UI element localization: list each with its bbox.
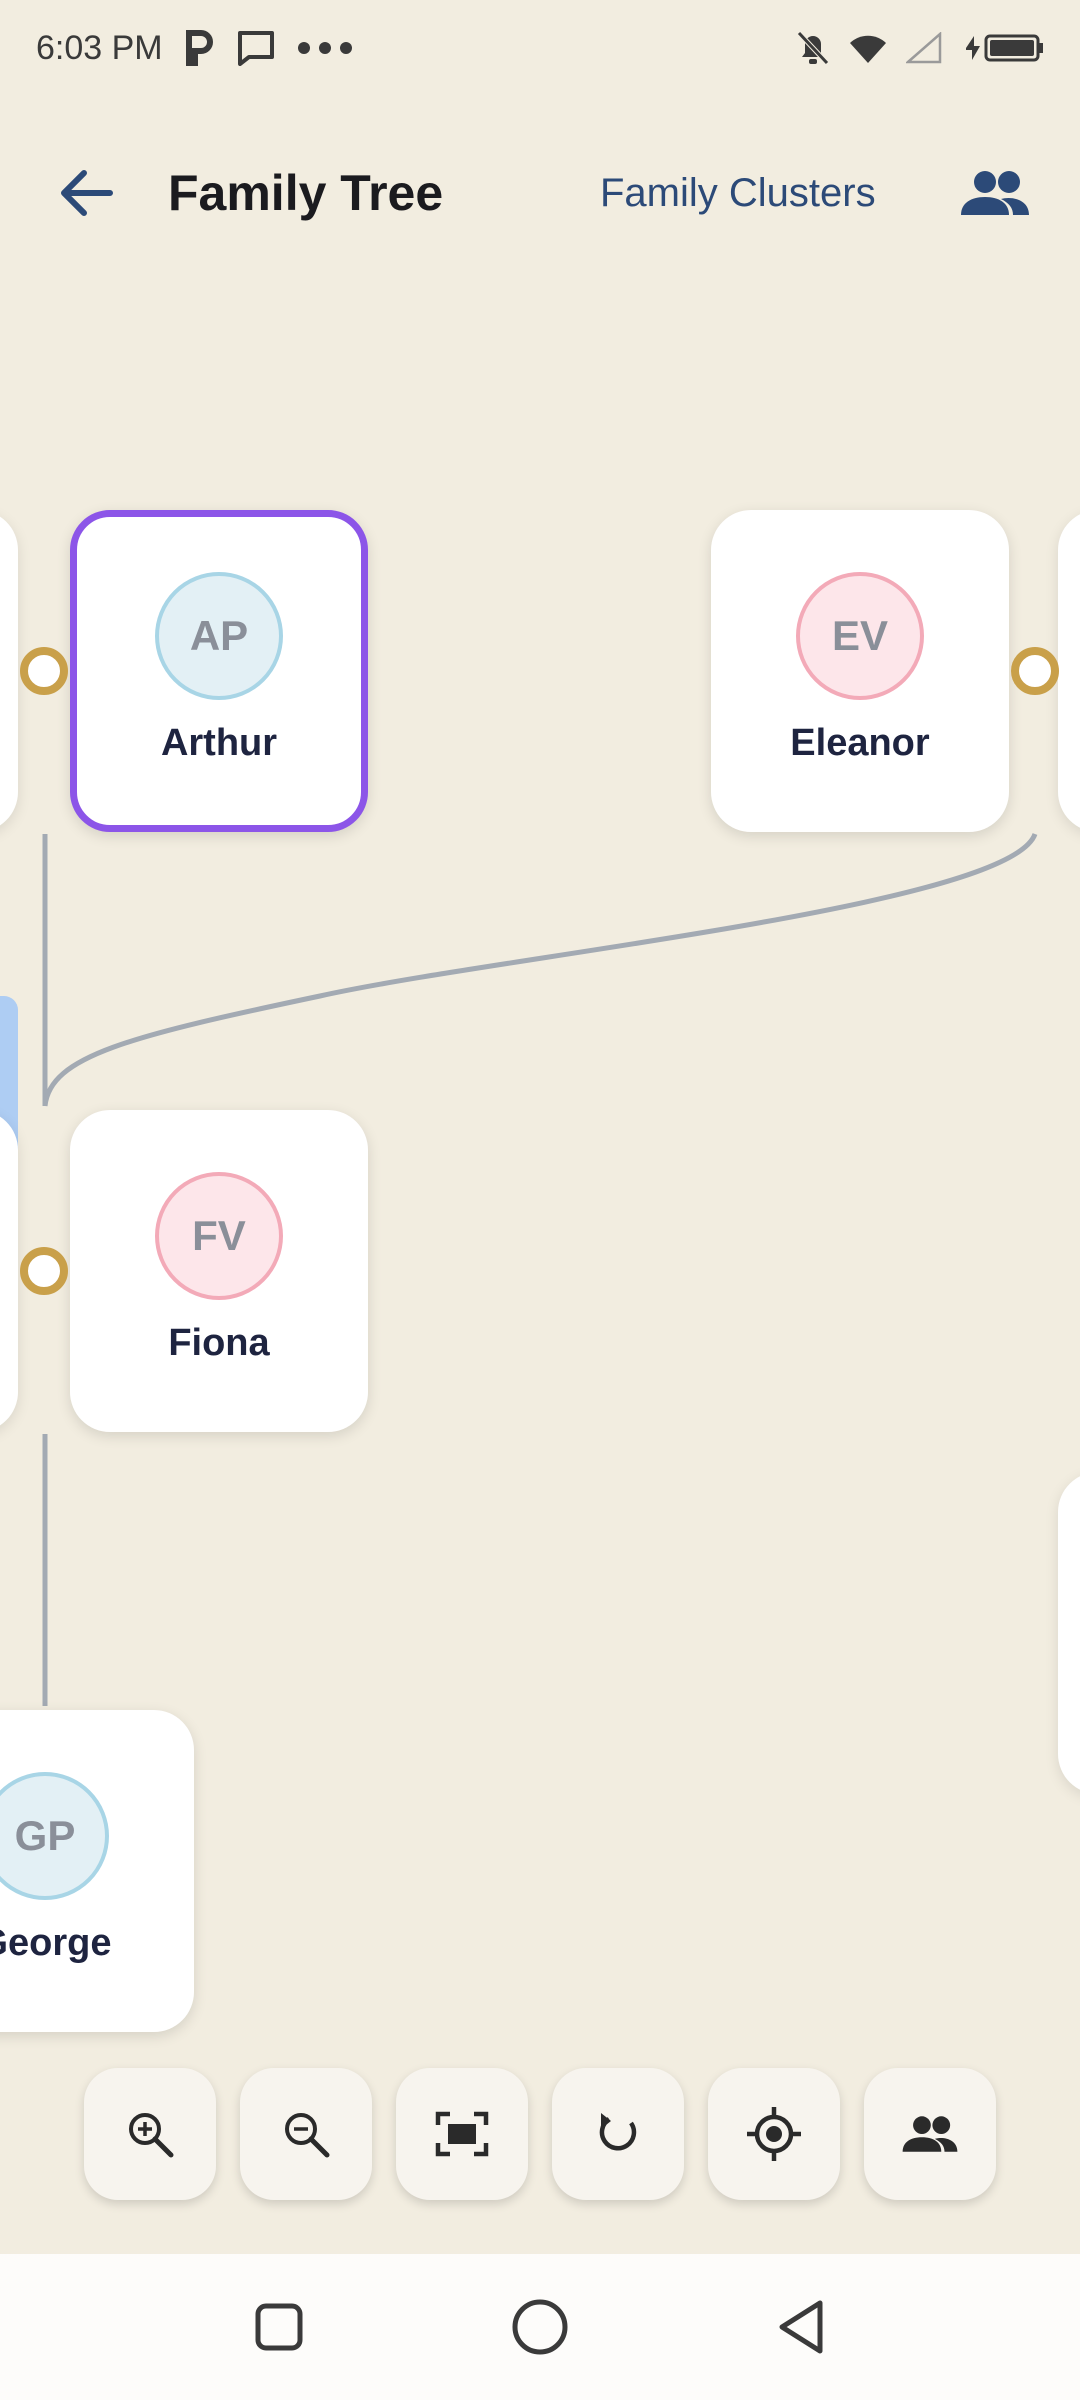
zoom-in-icon (129, 2113, 174, 2158)
avatar: AP (155, 572, 283, 700)
target-icon (747, 2107, 801, 2161)
mute-bell-icon (796, 30, 830, 66)
people-icon (902, 2116, 958, 2152)
square-icon (255, 2303, 303, 2351)
zoom-out-button[interactable] (240, 2068, 372, 2200)
app-bar: Family Tree Family Clusters (0, 120, 1080, 266)
circle-icon (512, 2299, 568, 2355)
family-clusters-tool-button[interactable] (864, 2068, 996, 2200)
reset-button[interactable] (552, 2068, 684, 2200)
family-clusters-link[interactable]: Family Clusters (600, 171, 876, 216)
refresh-icon (599, 2113, 637, 2151)
connection-dot[interactable] (20, 1247, 68, 1295)
person-name: Fiona (168, 1322, 270, 1364)
status-bar: 6:03 PM (0, 0, 1080, 96)
more-dots-icon (297, 41, 353, 55)
connection-dot[interactable] (20, 647, 68, 695)
person-name: Eleanor (790, 722, 930, 764)
message-icon (237, 30, 275, 66)
fit-screen-icon (435, 2111, 489, 2157)
system-nav-bar (0, 2254, 1080, 2400)
tree-toolbar (0, 2068, 1080, 2200)
avatar: EV (796, 572, 924, 700)
wifi-icon (848, 31, 888, 65)
zoom-out-icon (285, 2113, 330, 2158)
parking-icon (185, 30, 215, 66)
avatar: FV (155, 1172, 283, 1300)
back-nav-button[interactable] (756, 2282, 846, 2372)
offscreen-person-card[interactable] (0, 1110, 18, 1432)
person-name: Arthur (160, 722, 278, 764)
connection-dot[interactable] (1011, 647, 1059, 695)
triangle-back-icon (779, 2300, 823, 2354)
signal-icon (906, 32, 942, 64)
zoom-in-button[interactable] (84, 2068, 216, 2200)
arrow-back-icon (61, 170, 113, 216)
person-card-arthur[interactable]: AP Arthur (70, 510, 368, 832)
person-name: George (0, 1922, 112, 1964)
person-card-fiona[interactable]: FV Fiona (70, 1110, 368, 1432)
tree-canvas[interactable]: AP Arthur EV Eleanor FV Fiona GP George (0, 266, 1080, 2056)
status-time: 6:03 PM (36, 28, 163, 67)
person-card-eleanor[interactable]: EV Eleanor (711, 510, 1009, 832)
back-button[interactable] (50, 157, 122, 229)
avatar: GP (0, 1772, 109, 1900)
offscreen-person-card[interactable] (1058, 510, 1080, 832)
center-button[interactable] (708, 2068, 840, 2200)
recents-button[interactable] (234, 2282, 324, 2372)
battery-icon (960, 32, 1044, 64)
home-button[interactable] (495, 2282, 585, 2372)
fit-screen-button[interactable] (396, 2068, 528, 2200)
offscreen-person-card[interactable] (0, 510, 18, 832)
family-clusters-button[interactable] (952, 150, 1038, 236)
offscreen-person-card[interactable] (1058, 1472, 1080, 1794)
page-title: Family Tree (168, 165, 444, 221)
people-icon (961, 171, 1029, 215)
person-card-george[interactable]: GP George (0, 1710, 194, 2032)
